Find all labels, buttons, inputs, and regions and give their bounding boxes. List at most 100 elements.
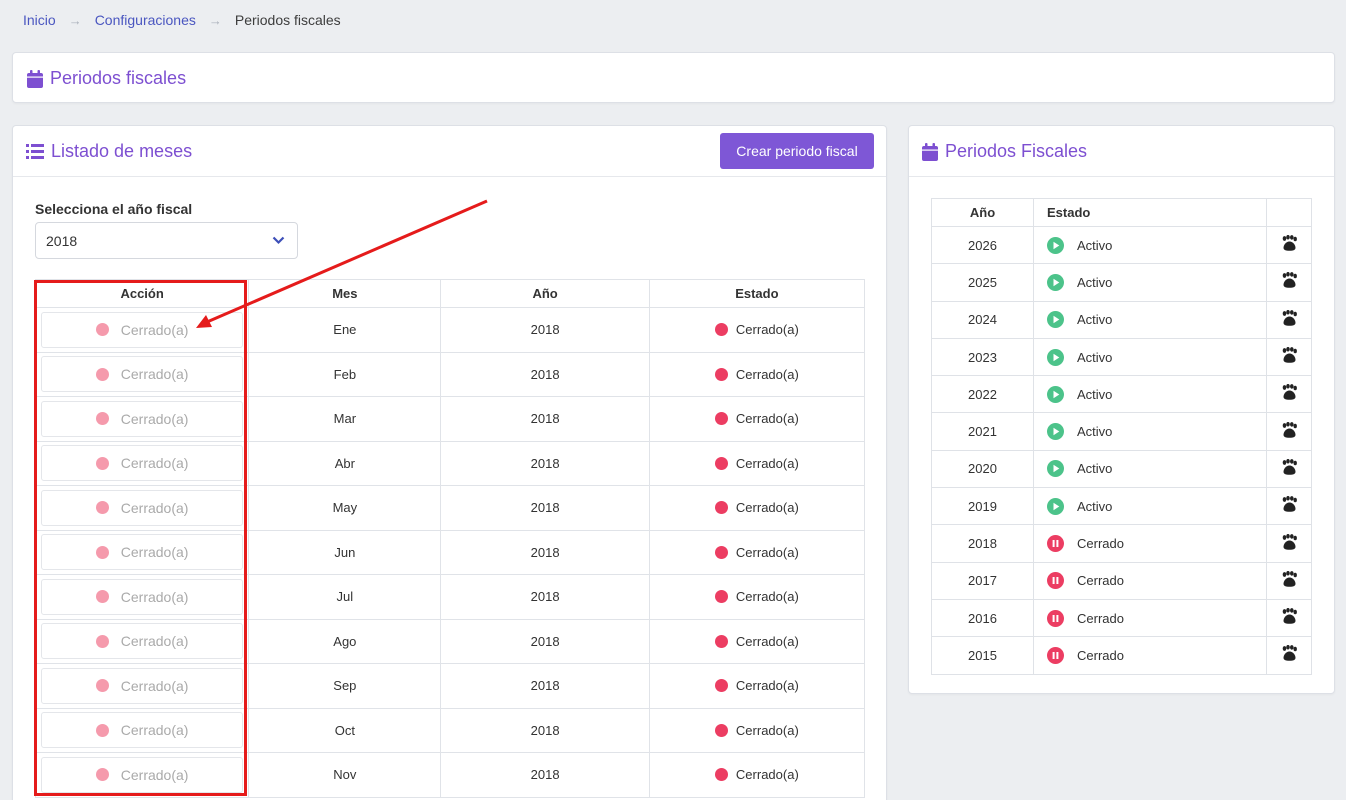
fiscal-year-select[interactable]: 2018 [35,222,298,259]
status-cell: Cerrado(a) [648,351,866,397]
month-cell: May [248,485,442,531]
row-action-cell[interactable] [1266,375,1312,414]
row-action-cell[interactable] [1266,524,1312,563]
status-dot-icon [714,545,728,559]
paw-icon[interactable] [1280,235,1298,252]
paw-icon[interactable] [1280,346,1298,364]
row-action-button[interactable]: Cerrado(a) [41,400,244,437]
column-header-actions [1266,198,1312,227]
status-label: Cerrado(a) [735,455,799,471]
year-cell: 2022 [931,375,1034,414]
table-row: Cerrado(a) Ene 2018 Cerrado(a) [34,307,866,353]
paw-icon[interactable] [1280,570,1298,588]
year-cell: 2018 [440,574,650,620]
row-action-button[interactable]: Cerrado(a) [41,489,244,526]
action-cell: Cerrado(a) [34,396,250,442]
table-row: 2023 Activo [931,337,1312,377]
action-cell: Cerrado(a) [34,574,250,620]
status-dot-icon [95,545,109,559]
status-label: Activo [1077,424,1113,440]
fiscal-periods-title: Periodos Fiscales [922,141,1087,162]
row-action-button[interactable]: Cerrado(a) [41,756,244,793]
row-action-cell[interactable] [1266,598,1312,638]
row-action-cell[interactable] [1266,636,1312,675]
row-action-cell[interactable] [1266,263,1312,302]
row-action-button[interactable]: Cerrado(a) [41,712,244,749]
create-fiscal-period-button[interactable]: Crear periodo fiscal [720,133,874,169]
paw-icon[interactable] [1280,458,1298,476]
pause-circle-icon [1047,646,1064,664]
paw-icon[interactable] [1280,496,1298,513]
paw-icon[interactable] [1280,384,1298,401]
row-action-cell[interactable] [1266,487,1312,526]
row-action-cell[interactable] [1266,449,1312,489]
status-dot-icon [714,367,728,381]
status-cell: Cerrado [1033,524,1267,563]
paw-icon[interactable] [1280,309,1298,327]
page-title: Periodos fiscales [27,68,186,89]
row-action-button[interactable]: Cerrado(a) [41,667,244,704]
status-cell: Cerrado(a) [648,396,866,442]
breadcrumb-separator-icon: → [208,12,222,28]
table-row: Cerrado(a) Abr 2018 Cerrado(a) [34,440,866,486]
breadcrumb-settings-link[interactable]: Configuraciones [95,12,196,28]
row-action-label: Cerrado(a) [120,677,189,694]
breadcrumb-separator-icon: → [68,12,82,28]
year-cell: 2018 [440,396,650,442]
fiscal-periods-table-header: Año Estado [931,198,1312,227]
paw-icon[interactable] [1280,533,1298,551]
status-cell: Cerrado [1033,561,1267,600]
fiscal-year-select-value: 2018 [46,232,78,249]
row-action-button[interactable]: Cerrado(a) [41,623,244,660]
play-circle-icon [1047,423,1064,441]
table-row: Cerrado(a) Oct 2018 Cerrado(a) [34,707,866,753]
status-label: Cerrado(a) [735,722,799,738]
row-action-button[interactable]: Cerrado(a) [41,356,244,393]
status-dot-icon [95,590,109,604]
row-action-button[interactable]: Cerrado(a) [41,578,244,615]
row-action-button[interactable]: Cerrado(a) [41,311,244,348]
table-row: 2016 Cerrado [931,598,1312,638]
month-cell: Jul [248,574,442,620]
status-label: Activo [1077,312,1113,328]
row-action-cell[interactable] [1266,300,1312,339]
status-label: Activo [1077,386,1113,402]
table-row: 2022 Activo [931,375,1312,414]
status-label: Activo [1077,349,1113,365]
row-action-cell[interactable] [1266,225,1312,265]
paw-icon[interactable] [1280,421,1298,439]
action-cell: Cerrado(a) [34,752,250,798]
status-cell: Cerrado(a) [648,307,866,353]
breadcrumb: Inicio → Configuraciones → Periodos fisc… [23,12,341,28]
paw-icon[interactable] [1280,272,1298,289]
row-action-cell[interactable] [1266,561,1312,600]
calendar-icon [922,142,938,161]
status-dot-icon [95,768,109,782]
month-cell: Nov [248,752,442,798]
play-circle-icon [1047,385,1064,403]
fiscal-periods-table: Año Estado 2026 Activo 2025 Activo 2024 Activ… [931,198,1312,675]
year-cell: 2020 [931,449,1034,489]
list-icon [26,144,44,159]
row-action-cell[interactable] [1266,337,1312,377]
pause-circle-icon [1047,535,1064,553]
action-cell: Cerrado(a) [34,485,250,531]
play-circle-icon [1047,460,1064,478]
status-label: Cerrado [1077,647,1124,663]
status-label: Activo [1077,498,1113,514]
status-dot-icon [714,456,728,470]
status-cell: Cerrado(a) [648,752,866,798]
row-action-button[interactable]: Cerrado(a) [41,534,244,571]
month-cell: Sep [248,663,442,709]
paw-icon[interactable] [1280,608,1298,625]
table-row: Cerrado(a) Jun 2018 Cerrado(a) [34,529,866,575]
row-action-cell[interactable] [1266,412,1312,451]
page-title-card: Periodos fiscales [12,52,1335,103]
status-dot-icon [714,634,728,648]
row-action-button[interactable]: Cerrado(a) [41,445,244,482]
paw-icon[interactable] [1280,645,1298,662]
status-dot-icon [95,723,109,737]
status-cell: Cerrado(a) [648,618,866,664]
breadcrumb-home-link[interactable]: Inicio [23,12,56,28]
action-cell: Cerrado(a) [34,351,250,397]
